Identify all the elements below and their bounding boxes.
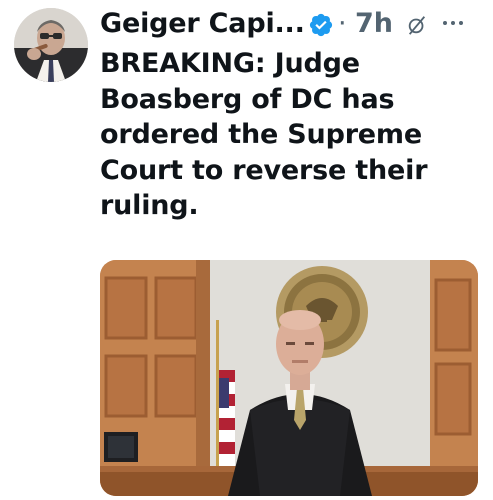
tweet-text: BREAKING: Judge Boasberg of DC has order…	[100, 46, 480, 224]
tweet-media-photo[interactable]	[100, 260, 478, 496]
grok-icon[interactable]	[406, 14, 428, 36]
tweet-text-line: ordered the Supreme	[100, 119, 422, 150]
more-options-icon[interactable]	[440, 16, 466, 30]
tweet-text-line: ruling.	[100, 190, 199, 221]
tweet-text-line: Court to reverse their	[100, 154, 428, 186]
tweet-header: Geiger Capi... · 7h	[100, 4, 485, 44]
tweet-text-line: BREAKING: Judge	[100, 48, 360, 79]
courtroom-photo	[100, 260, 478, 496]
separator-dot: ·	[338, 8, 347, 39]
verified-badge-icon	[309, 13, 333, 37]
author-avatar[interactable]	[14, 8, 88, 82]
avatar-image	[14, 8, 88, 82]
tweet-text-line: Boasberg of DC has	[100, 83, 395, 115]
author-name[interactable]: Geiger Capi...	[100, 4, 305, 44]
tweet-timestamp[interactable]: 7h	[355, 4, 393, 44]
